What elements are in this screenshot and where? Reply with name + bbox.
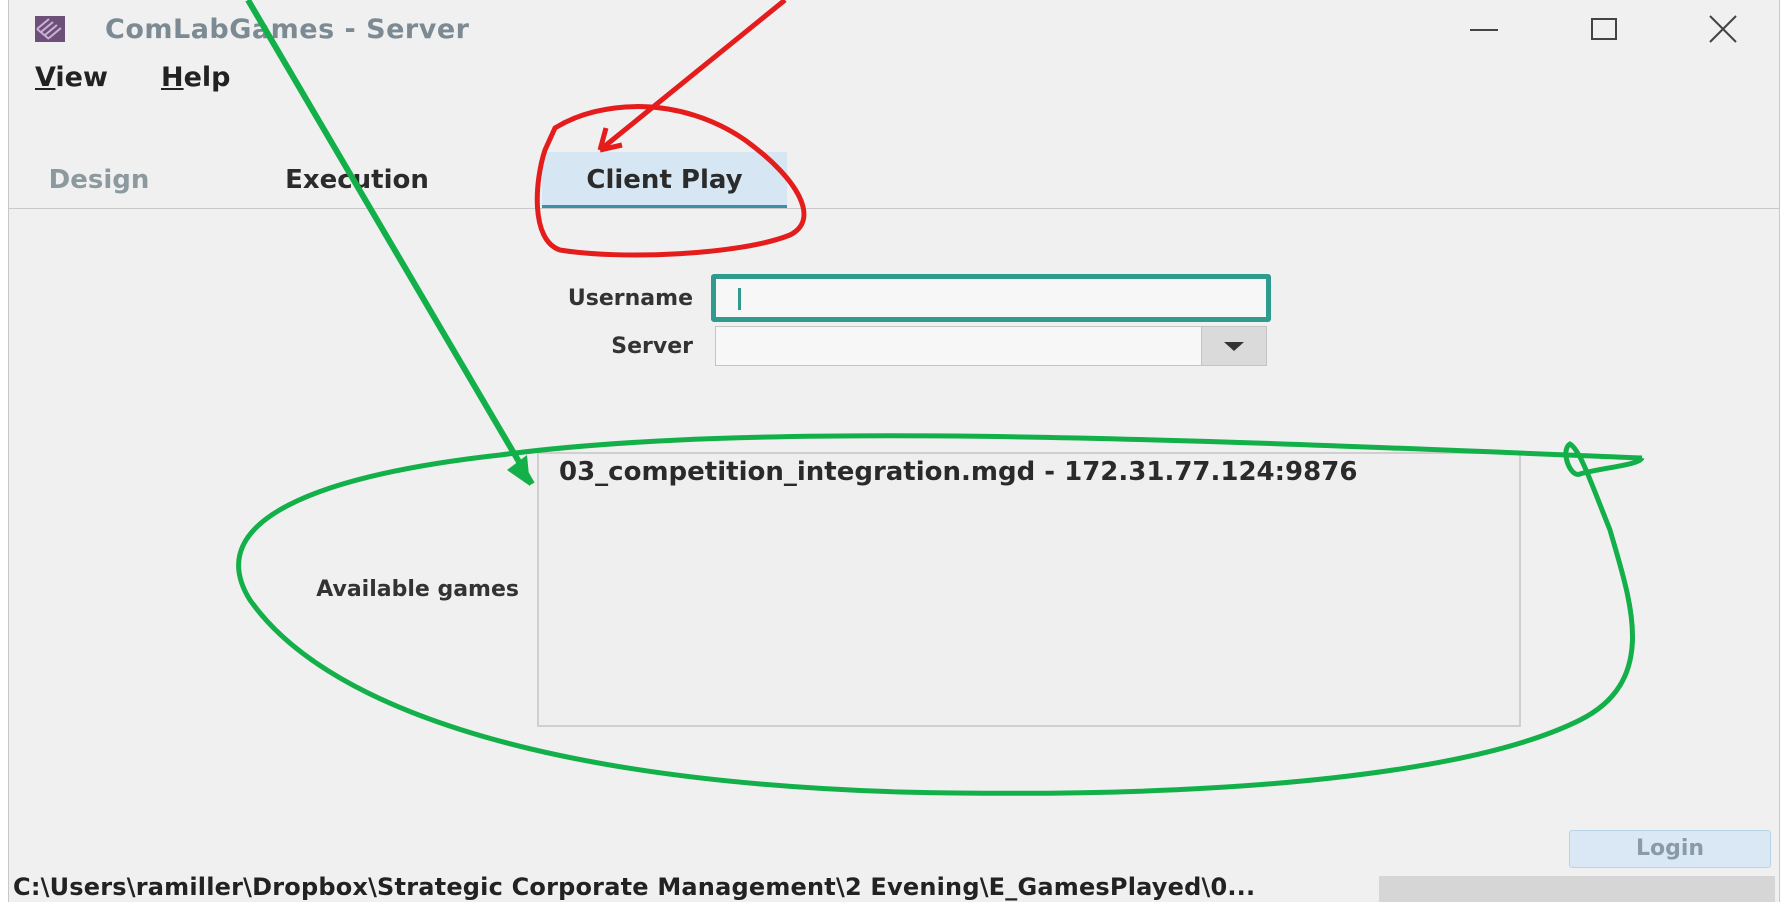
server-label: Server bbox=[611, 334, 693, 359]
server-dropdown[interactable] bbox=[715, 326, 1267, 366]
tab-client-play[interactable]: Client Play bbox=[542, 152, 787, 208]
list-item[interactable]: 03_competition_integration.mgd - 172.31.… bbox=[559, 454, 1357, 490]
menu-help[interactable]: Help bbox=[161, 62, 231, 93]
menu-view[interactable]: View bbox=[35, 62, 108, 93]
minimize-icon[interactable] bbox=[1462, 10, 1506, 50]
app-window: ComLabGames - Server View Help Design Ex… bbox=[8, 0, 1780, 902]
status-progress-area bbox=[1379, 876, 1775, 902]
username-input[interactable] bbox=[711, 274, 1271, 322]
comlabgames-logo-icon bbox=[35, 16, 65, 42]
close-icon[interactable] bbox=[1702, 10, 1746, 50]
title-bar[interactable]: ComLabGames - Server bbox=[9, 0, 1779, 58]
menu-help-label: Help bbox=[161, 62, 231, 93]
tab-design[interactable]: Design bbox=[29, 152, 169, 208]
chevron-down-icon bbox=[1224, 342, 1244, 351]
tab-execution[interactable]: Execution bbox=[257, 152, 457, 208]
available-games-list[interactable]: 03_competition_integration.mgd - 172.31.… bbox=[537, 452, 1521, 727]
text-caret bbox=[738, 288, 741, 310]
available-games-label: Available games bbox=[316, 577, 519, 602]
maximize-icon[interactable] bbox=[1582, 10, 1626, 50]
status-path: C:\Users\ramiller\Dropbox\Strategic Corp… bbox=[13, 873, 1256, 901]
menu-view-label: View bbox=[35, 62, 108, 93]
server-dropdown-button[interactable] bbox=[1201, 327, 1266, 365]
username-label: Username bbox=[567, 286, 693, 311]
menu-bar: View Help bbox=[9, 60, 1779, 100]
tab-strip: Design Execution Client Play bbox=[9, 152, 1779, 209]
login-button[interactable]: Login bbox=[1569, 830, 1771, 868]
window-title: ComLabGames - Server bbox=[105, 14, 470, 45]
